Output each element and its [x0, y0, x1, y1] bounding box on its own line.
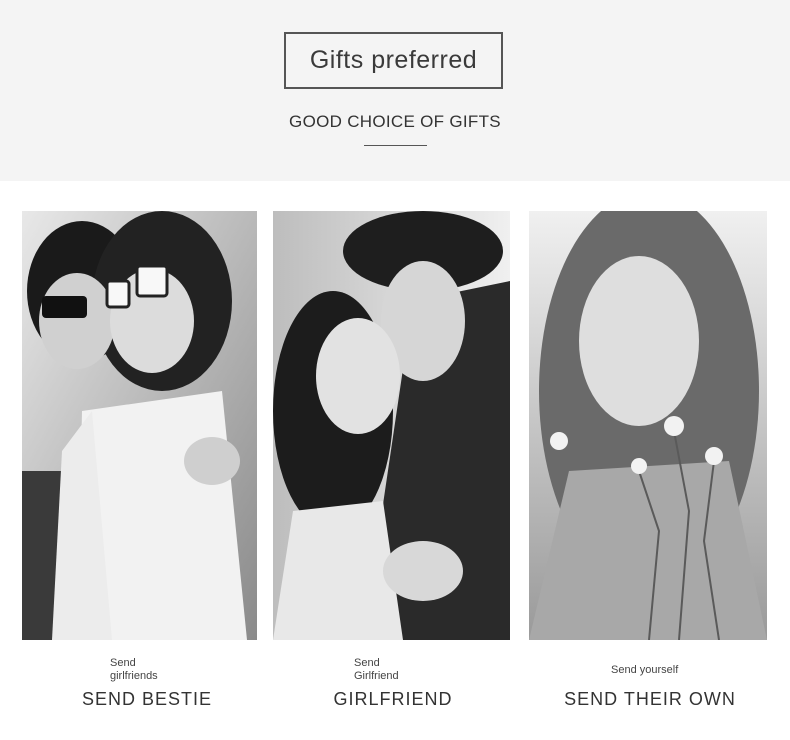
section-title: Gifts preferred	[284, 32, 503, 89]
self-gift-photo[interactable]	[529, 211, 767, 640]
girlfriend-photo[interactable]	[273, 211, 510, 640]
title-divider	[364, 145, 427, 146]
card3-small-label-1: Send yourself	[611, 664, 679, 676]
card1-caption[interactable]: SEND BESTIE	[22, 689, 272, 710]
woman-flowers-image	[529, 211, 767, 640]
card2-small-label-1: Send	[354, 657, 380, 669]
header-section: Gifts preferred GOOD CHOICE OF GIFTS	[0, 0, 790, 181]
bestie-photo[interactable]	[22, 211, 257, 640]
friends-sunglasses-image	[22, 211, 257, 640]
card1-small-label-2: girlfriends	[110, 670, 158, 682]
section-subtitle: GOOD CHOICE OF GIFTS	[289, 112, 501, 131]
couple-embrace-image	[273, 211, 510, 640]
card1-small-label-1: Send	[110, 657, 136, 669]
card2-caption[interactable]: GIRLFRIEND	[273, 689, 513, 710]
card3-caption[interactable]: SEND THEIR OWN	[529, 689, 771, 710]
card2-small-label-2: Girlfriend	[354, 670, 399, 682]
